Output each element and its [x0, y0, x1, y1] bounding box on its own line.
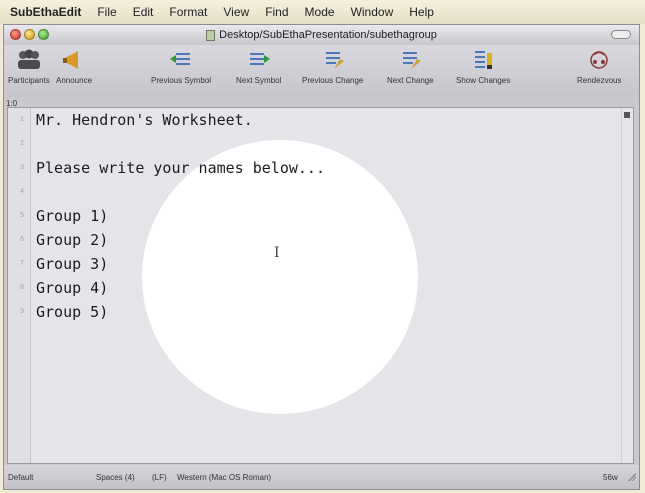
menu-find[interactable]: Find: [257, 5, 296, 19]
previous-symbol-label: Previous Symbol: [151, 76, 212, 85]
title-bar[interactable]: Desktop/SubEthaPresentation/subethagroup: [4, 25, 639, 45]
text-line: Please write your names below...: [36, 159, 325, 177]
menu-help[interactable]: Help: [401, 5, 442, 19]
document-icon: [206, 29, 216, 41]
line-number: 8: [20, 284, 24, 291]
text-line: Group 5): [36, 303, 109, 321]
scroll-up-icon[interactable]: [624, 112, 630, 118]
line-number: 7: [20, 260, 24, 267]
show-changes-button[interactable]: Show Changes: [456, 47, 510, 85]
tab-settings-selector[interactable]: Spaces (4): [96, 473, 135, 482]
line-number: 1: [20, 116, 24, 123]
menu-bar: SubEthaEdit File Edit Format View Find M…: [0, 0, 645, 24]
vertical-scrollbar[interactable]: [621, 108, 633, 463]
text-editor[interactable]: 1 2 3 4 5 6 7 8 9 Mr. Hendron's Workshee…: [7, 107, 634, 464]
announce-label: Announce: [56, 76, 93, 85]
resize-grip-icon[interactable]: [628, 473, 636, 481]
text-line: Group 1): [36, 207, 109, 225]
text-line: Mr. Hendron's Worksheet.: [36, 111, 253, 129]
next-symbol-label: Next Symbol: [236, 76, 282, 85]
next-change-icon: [403, 52, 422, 69]
previous-symbol-button[interactable]: Previous Symbol: [151, 47, 211, 85]
previous-change-icon: [325, 52, 344, 69]
ibeam-cursor-icon: I: [274, 245, 280, 261]
announce-icon: [63, 51, 79, 69]
line-number: 9: [20, 308, 24, 315]
toolbar: Participants Announce Previous Symbol Ne…: [4, 45, 639, 97]
window-title: Desktop/SubEthaPresentation/subethagroup: [219, 29, 437, 41]
show-changes-label: Show Changes: [456, 76, 511, 85]
menu-edit[interactable]: Edit: [125, 5, 162, 19]
next-change-button[interactable]: Next Change: [387, 47, 434, 85]
show-changes-icon: [475, 51, 493, 69]
rendezvous-icon: [590, 51, 608, 69]
encoding-selector[interactable]: Western (Mac OS Roman): [177, 473, 271, 482]
participants-icon: [17, 49, 40, 69]
participants-label: Participants: [8, 76, 50, 85]
line-number: 5: [20, 212, 24, 219]
previous-change-button[interactable]: Previous Change: [302, 47, 363, 85]
menu-window[interactable]: Window: [343, 5, 402, 19]
line-number: 2: [20, 140, 24, 147]
previous-symbol-icon: [170, 53, 191, 65]
close-button[interactable]: [10, 29, 21, 40]
line-number: 3: [20, 164, 24, 171]
line-number-gutter: 1 2 3 4 5 6 7 8 9: [8, 108, 31, 463]
line-number: 6: [20, 236, 24, 243]
line-number: 4: [20, 188, 24, 195]
rendezvous-button[interactable]: Rendezvous: [577, 47, 621, 85]
next-symbol-button[interactable]: Next Symbol: [236, 47, 281, 85]
participants-button[interactable]: Participants: [8, 47, 50, 85]
next-change-label: Next Change: [387, 76, 434, 85]
announce-button[interactable]: Announce: [56, 47, 92, 85]
status-bar: Default Spaces (4) (LF) Western (Mac OS …: [4, 465, 639, 489]
spotlight-highlight: [142, 140, 418, 414]
text-line: Group 2): [36, 231, 109, 249]
menu-file[interactable]: File: [89, 5, 124, 19]
minimize-button[interactable]: [24, 29, 35, 40]
previous-change-label: Previous Change: [302, 76, 364, 85]
rendezvous-label: Rendezvous: [577, 76, 622, 85]
window-controls: [10, 29, 49, 40]
line-endings-selector[interactable]: (LF): [152, 473, 167, 482]
editor-window: Desktop/SubEthaPresentation/subethagroup…: [3, 24, 640, 490]
next-symbol-icon: [249, 53, 270, 65]
mode-selector[interactable]: Default: [8, 473, 33, 482]
menu-mode[interactable]: Mode: [297, 5, 343, 19]
word-count: 56w: [603, 473, 618, 482]
menu-format[interactable]: Format: [161, 5, 215, 19]
zoom-button[interactable]: [38, 29, 49, 40]
text-line: Group 4): [36, 279, 109, 297]
menu-app[interactable]: SubEthaEdit: [0, 5, 89, 19]
menu-view[interactable]: View: [215, 5, 257, 19]
toolbar-toggle-button[interactable]: [611, 30, 631, 39]
text-line: Group 3): [36, 255, 109, 273]
